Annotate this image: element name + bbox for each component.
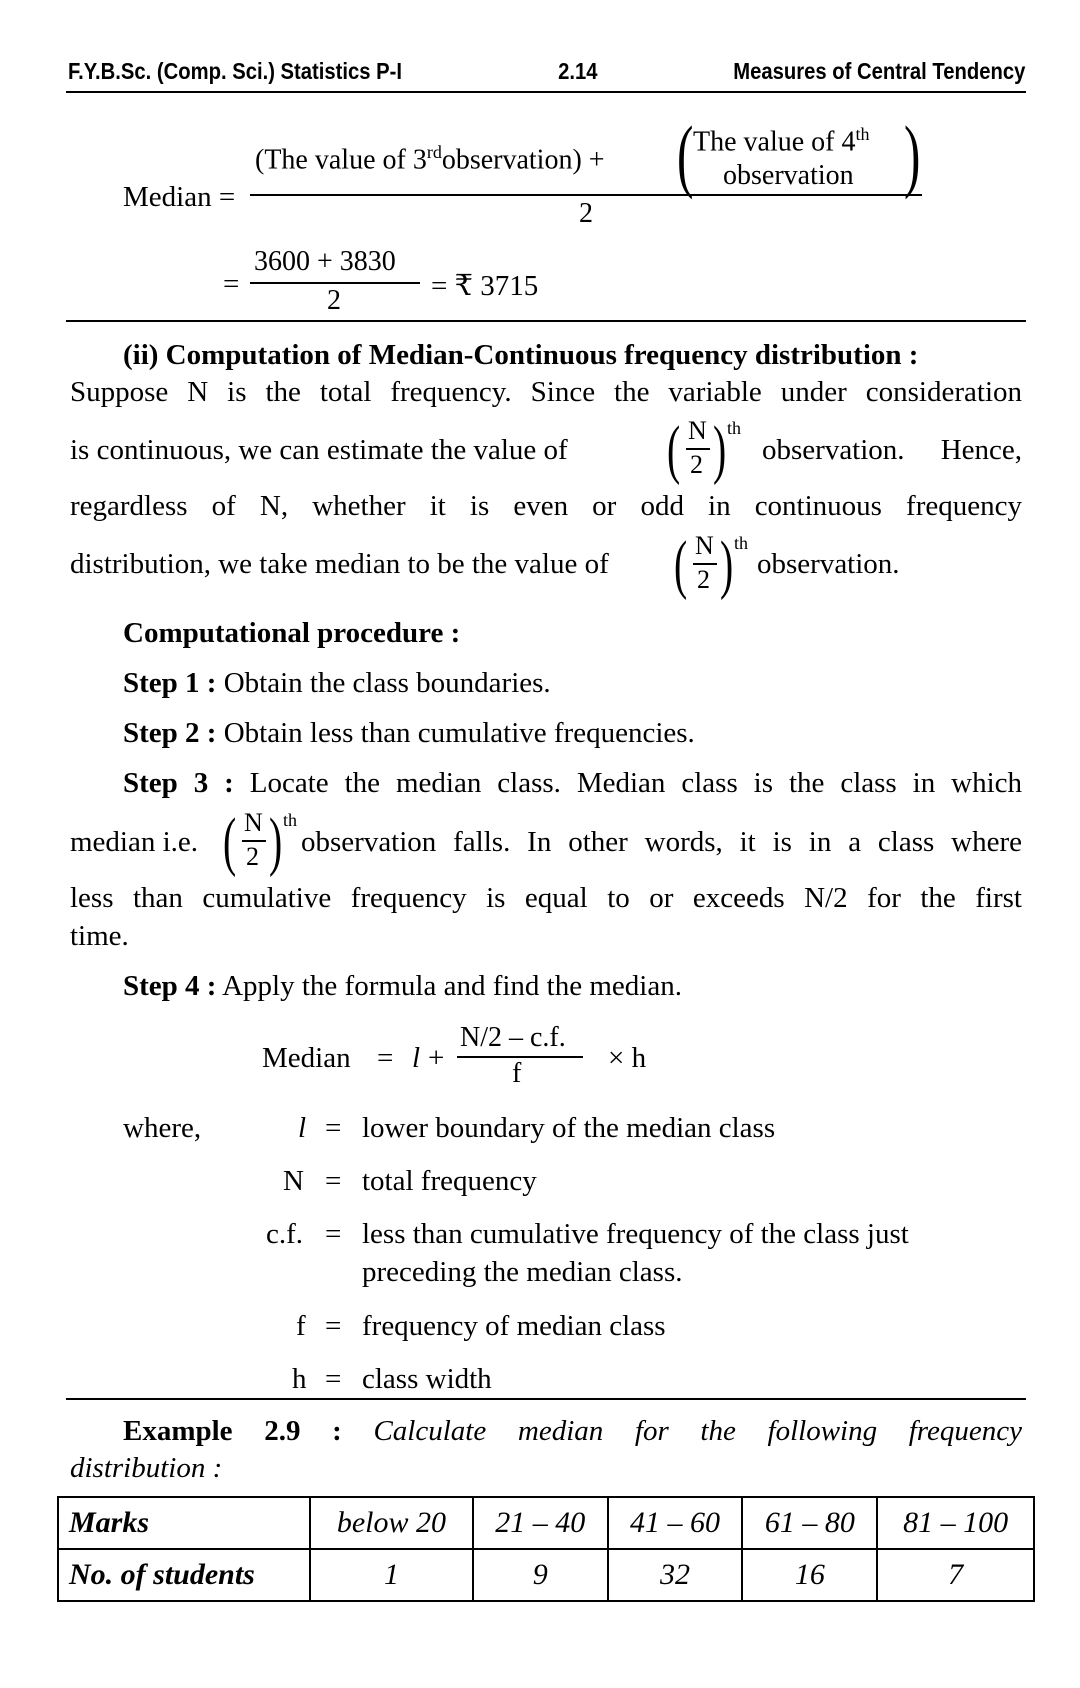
step-3: Step 3 : Locate the median class. Median… xyxy=(123,767,1023,799)
denominator: 2 xyxy=(579,198,593,229)
section-line-2b: observation. Hence, xyxy=(762,434,1022,466)
paren-right: ) xyxy=(904,109,921,200)
formula2-l: l xyxy=(412,1042,421,1074)
table-cell: 81 – 100 xyxy=(876,1496,1035,1550)
fraction-bar xyxy=(250,194,922,196)
formula2-label: Median xyxy=(262,1042,351,1074)
table-cell: 61 – 80 xyxy=(741,1496,879,1550)
step-4: Step 4 : Apply the formula and find the … xyxy=(123,970,682,1002)
page-header: F.Y.B.Sc. (Comp. Sci.) Statistics P-I 2.… xyxy=(68,58,1030,92)
table-cell-header: Marks xyxy=(57,1496,311,1550)
table-cell: below 20 xyxy=(309,1496,474,1550)
def-desc-n: total frequency xyxy=(362,1165,537,1197)
def-eq-h: = xyxy=(325,1363,342,1395)
table-row-students: No. of students 1 9 32 16 7 xyxy=(57,1548,1035,1602)
numerator-left: (The value of 3rdobservation) + xyxy=(255,142,605,176)
procedure-heading: Computational procedure : xyxy=(123,617,461,649)
def-desc-f: frequency of median class xyxy=(362,1310,666,1342)
eq2-fraction-bar xyxy=(250,282,420,284)
def-eq-f: = xyxy=(325,1310,342,1342)
paren-left-2: ( xyxy=(674,528,688,601)
example-rule xyxy=(66,1398,1026,1400)
step-2: Step 2 : Obtain less than cumulative fre… xyxy=(123,717,695,749)
paren-right-2: ) xyxy=(720,528,734,601)
section-heading: (ii) Computation of Median-Continuous fr… xyxy=(123,339,919,371)
def-sym-h: h xyxy=(292,1363,307,1395)
paren-left-1: ( xyxy=(667,413,681,486)
formula2-times-h: × h xyxy=(608,1042,647,1074)
def-sym-cf: c.f. xyxy=(266,1218,304,1250)
eq2-result: = ₹ 3715 xyxy=(431,270,539,302)
section-line-4b: observation. xyxy=(757,548,900,580)
def-sym-l: l xyxy=(298,1112,307,1144)
sup-th-3: th xyxy=(283,810,298,830)
table-cell: 1 xyxy=(309,1548,474,1602)
def-desc-cf: less than cumulative frequency of the cl… xyxy=(362,1218,909,1250)
def-eq-n: = xyxy=(325,1165,342,1197)
eq2-sign: = xyxy=(223,268,240,300)
frac-d-1: 2 xyxy=(690,450,703,479)
paren-right-1: ) xyxy=(713,413,727,486)
step-1: Step 1 : Obtain the class boundaries. xyxy=(123,667,551,699)
frac-d-3: 2 xyxy=(246,842,259,871)
frac-n-2: N xyxy=(695,531,714,560)
step-3-line-3: less than cumulative frequency is equal … xyxy=(70,882,1022,914)
frac-d-2: 2 xyxy=(697,565,710,594)
formula2-plus: + xyxy=(428,1042,445,1074)
paren-left-3: ( xyxy=(223,805,237,878)
table-cell-header: No. of students xyxy=(57,1548,311,1602)
frac-n-3: N xyxy=(244,808,263,837)
eq2-numerator: 3600 + 3830 xyxy=(254,246,396,277)
step-3-line-2b: observation falls. In other words, it is… xyxy=(301,826,1022,858)
where-label: where, xyxy=(123,1112,202,1144)
paren-top-text: The value of 4th xyxy=(693,124,870,158)
sup-th-2: th xyxy=(734,533,749,553)
frac-n-1: N xyxy=(688,416,707,445)
table-cell: 7 xyxy=(876,1548,1035,1602)
def-sym-f: f xyxy=(296,1310,306,1342)
formula2-denominator: f xyxy=(512,1058,522,1089)
section-line-3: regardless of N, whether it is even or o… xyxy=(70,490,1022,522)
sup-th-1: th xyxy=(727,418,742,438)
header-rule xyxy=(66,91,1026,93)
section-rule xyxy=(66,320,1026,322)
formula2-numerator: N/2 – c.f. xyxy=(460,1022,566,1053)
paren-bottom-text: observation xyxy=(723,160,854,191)
table-cell: 16 xyxy=(741,1548,879,1602)
eq2-denominator: 2 xyxy=(327,285,341,316)
step-3-line-4: time. xyxy=(70,920,129,952)
table-cell: 21 – 40 xyxy=(471,1496,609,1550)
header-chapter: Measures of Central Tendency xyxy=(733,58,1026,84)
section-line-4a: distribution, we take median to be the v… xyxy=(70,548,609,580)
def-desc-h: class width xyxy=(362,1363,492,1395)
def-desc-l: lower boundary of the median class xyxy=(362,1112,776,1144)
paren-left: ( xyxy=(677,109,694,200)
paren-right-3: ) xyxy=(269,805,283,878)
step-3-line-2a: median i.e. xyxy=(70,826,199,858)
table-cell: 41 – 60 xyxy=(606,1496,744,1550)
def-sym-n: N xyxy=(283,1165,304,1197)
table-row-marks: Marks below 20 21 – 40 41 – 60 61 – 80 8… xyxy=(57,1496,1035,1550)
header-page-number: 2.14 xyxy=(558,58,598,84)
textbook-page: F.Y.B.Sc. (Comp. Sci.) Statistics P-I 2.… xyxy=(0,0,1080,1688)
section-line-2a: is continuous, we can estimate the value… xyxy=(70,434,568,466)
example-heading-2: distribution : xyxy=(70,1452,223,1484)
header-course: F.Y.B.Sc. (Comp. Sci.) Statistics P-I xyxy=(68,58,403,84)
median-label: Median = xyxy=(123,181,236,213)
section-line-1: Suppose N is the total frequency. Since … xyxy=(70,376,1022,408)
example-heading: Example 2.9 : Calculate median for the f… xyxy=(123,1415,1023,1447)
formula2-eq: = xyxy=(377,1042,394,1074)
table-cell: 9 xyxy=(471,1548,609,1602)
def-eq-l: = xyxy=(325,1112,342,1144)
def-eq-cf: = xyxy=(325,1218,342,1250)
def-desc-cf-2: preceding the median class. xyxy=(362,1256,683,1288)
frequency-table: Marks below 20 21 – 40 41 – 60 61 – 80 8… xyxy=(57,1496,1035,1602)
table-cell: 32 xyxy=(606,1548,744,1602)
